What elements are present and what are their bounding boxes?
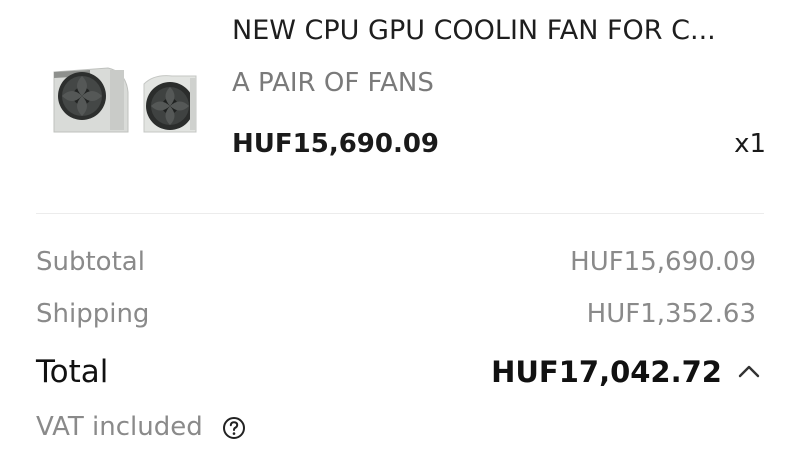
cooling-fans-image	[53, 67, 197, 133]
subtotal-value: HUF15,690.09	[570, 247, 756, 277]
total-value[interactable]: HUF17,042.72	[491, 353, 722, 391]
vat-label: VAT included	[36, 412, 203, 442]
product-title[interactable]: NEW CPU GPU COOLIN FAN FOR C...	[232, 14, 768, 48]
shipping-value: HUF1,352.63	[586, 299, 756, 329]
shipping-label: Shipping	[36, 299, 150, 329]
product-price: HUF15,690.09	[232, 129, 440, 159]
subtotal-label: Subtotal	[36, 247, 145, 277]
question-circle-icon[interactable]	[222, 416, 246, 440]
divider	[36, 213, 764, 214]
order-summary: NEW CPU GPU COOLIN FAN FOR C... A PAIR O…	[0, 0, 800, 471]
total-label: Total	[36, 354, 109, 390]
product-variant: A PAIR OF FANS	[232, 68, 434, 98]
product-image[interactable]	[50, 62, 200, 134]
chevron-up-icon[interactable]	[737, 360, 761, 382]
product-quantity: x1	[734, 129, 766, 159]
